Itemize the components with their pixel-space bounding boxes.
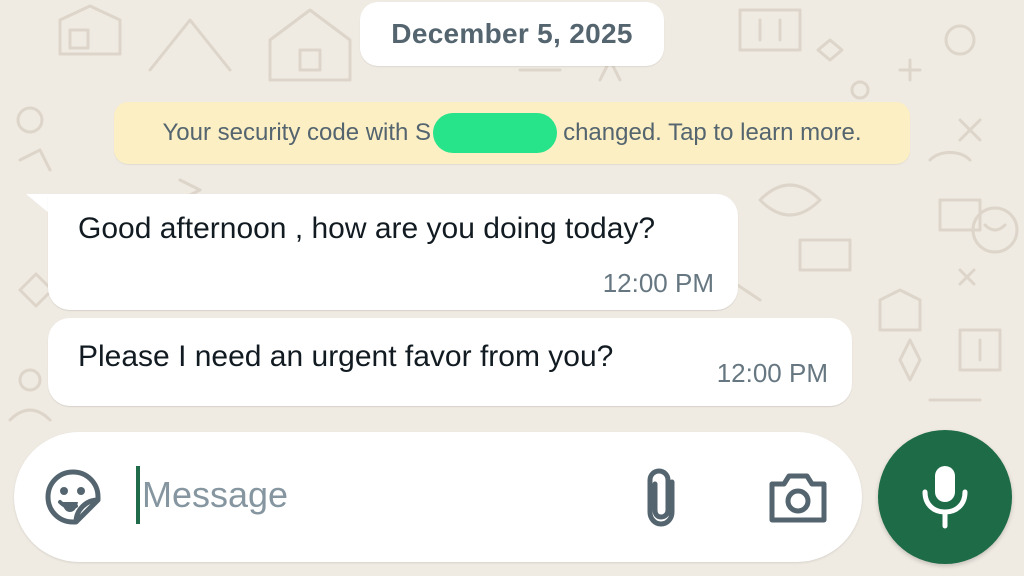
message-input[interactable] (138, 464, 602, 526)
date-label: December 5, 2025 (391, 18, 633, 49)
bubble-tail (26, 194, 50, 214)
security-notice-prefix: Your security code with S (162, 119, 432, 146)
message-text: Good afternoon , how are you doing today… (78, 212, 656, 245)
paperclip-icon[interactable] (636, 464, 686, 530)
security-code-notice[interactable]: Your security code with S changed. Tap t… (114, 102, 910, 164)
date-separator: December 5, 2025 (360, 2, 664, 66)
redaction-marker (433, 113, 558, 153)
message-text: Please I need an urgent favor from you? (78, 340, 614, 373)
sticker-icon[interactable] (44, 468, 102, 526)
message-composer (14, 432, 862, 562)
message-timestamp: 12:00 PM (716, 358, 828, 388)
message-timestamp: 12:00 PM (602, 268, 714, 298)
camera-icon[interactable] (766, 470, 830, 526)
microphone-icon (922, 466, 968, 529)
security-notice-suffix: changed. Tap to learn more. (563, 119, 862, 146)
voice-message-button[interactable] (878, 430, 1012, 564)
incoming-message[interactable]: Good afternoon , how are you doing today… (48, 194, 738, 310)
incoming-message[interactable]: Please I need an urgent favor from you? … (48, 318, 852, 406)
